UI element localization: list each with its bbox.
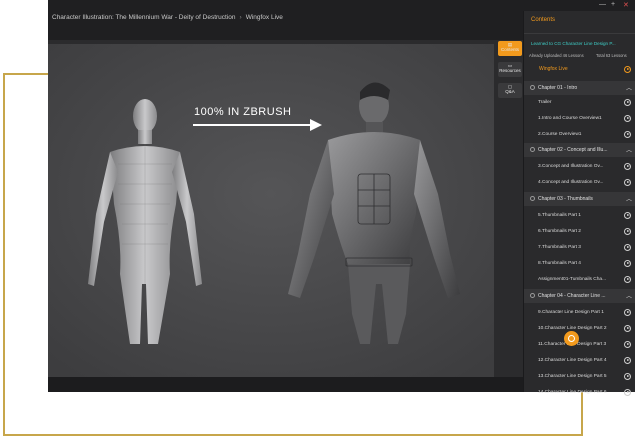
lesson-title: Trailer: [538, 100, 552, 105]
lesson-row[interactable]: 4.Concept and Illustration Ov...: [524, 175, 635, 190]
chapter-title: Chapter 03 - Thumbnails: [538, 196, 593, 202]
learned-progress-text: Learned to CG Character Line Design P...: [531, 41, 616, 46]
lesson-title: 9.Character Line Design Part 1: [538, 310, 604, 315]
lesson-title: Assignment01-Tumbnails Cha...: [538, 277, 607, 282]
lesson-row[interactable]: 13.Character Line Design Part 5: [524, 369, 635, 384]
lesson-row[interactable]: 11.Character Line Design Part 3: [524, 337, 635, 352]
chevron-up-icon[interactable]: ︿: [626, 194, 632, 203]
breadcrumb-course-title[interactable]: Character Illustration: The Millennium W…: [52, 14, 236, 21]
lesson-title: 3.Concept and Illustration Ov...: [538, 164, 604, 169]
play-icon[interactable]: [624, 212, 631, 219]
play-icon[interactable]: [624, 179, 631, 186]
play-icon[interactable]: [624, 357, 631, 364]
lesson-title: 5.Thumbnails Part 1: [538, 213, 581, 218]
lesson-title: 6.Thumbnails Part 2: [538, 229, 581, 234]
play-icon[interactable]: [624, 260, 631, 267]
lesson-title: 13.Character Line Design Part 5: [538, 374, 607, 379]
uploaded-count: Already Uploaded 46 Lessons: [529, 53, 584, 58]
lesson-row[interactable]: 2.Course Overview1: [524, 127, 635, 142]
floating-help-button[interactable]: [564, 331, 579, 346]
chapter-01[interactable]: Chapter 01 - Intro ︿: [524, 81, 635, 95]
lesson-row[interactable]: 5.Thumbnails Part 1: [524, 208, 635, 223]
chevron-up-icon[interactable]: ︿: [626, 145, 632, 154]
lesson-row[interactable]: 14.Character Line Design Part 6: [524, 385, 635, 400]
lesson-title: 12.Character Line Design Part 4: [538, 358, 607, 363]
wingfox-live-row[interactable]: Wingfox Live: [524, 62, 635, 77]
chapter-title: Chapter 02 - Concept and Illu...: [538, 147, 608, 153]
lesson-row[interactable]: Trailer: [524, 95, 635, 110]
video-frame-image: [48, 44, 494, 377]
tab-contents-label: Contents: [500, 46, 519, 52]
tab-resources[interactable]: ▭ Resources: [498, 62, 522, 77]
title-bar: Character Illustration: The Millennium W…: [48, 0, 523, 40]
chapter-04[interactable]: Chapter 04 - Character Line ... ︿: [524, 289, 635, 303]
lesson-title: 1.Intro and Course Overview1: [538, 116, 602, 121]
tab-qa[interactable]: ▢ Q&A: [498, 83, 522, 98]
breadcrumb-current[interactable]: Wingfox Live: [246, 14, 283, 21]
lesson-row[interactable]: 3.Concept and Illustration Ov...: [524, 159, 635, 174]
total-count: Total 63 Lessons: [596, 53, 627, 58]
lesson-title: 4.Concept and Illustration Ov...: [538, 180, 604, 185]
play-icon[interactable]: [624, 99, 631, 106]
chevron-up-icon[interactable]: ︿: [626, 291, 632, 300]
chevron-up-icon[interactable]: ︿: [626, 83, 632, 92]
lesson-title: 8.Thumbnails Part 4: [538, 261, 581, 266]
lesson-row[interactable]: 8.Thumbnails Part 4: [524, 256, 635, 271]
play-icon[interactable]: [624, 228, 631, 235]
maximize-icon[interactable]: +: [611, 1, 615, 8]
lesson-row[interactable]: 10.Character Line Design Part 2: [524, 321, 635, 336]
lesson-title: 7.Thumbnails Part 3: [538, 245, 581, 250]
panel-title: Contents: [531, 17, 556, 23]
breadcrumb-separator-icon: ›: [239, 14, 242, 21]
chapter-title: Chapter 04 - Character Line ...: [538, 293, 606, 299]
lesson-row[interactable]: Assignment01-Tumbnails Cha...: [524, 272, 635, 287]
player-bottom-bar: [48, 377, 523, 392]
chapter-icon: [530, 85, 535, 90]
play-icon[interactable]: [624, 131, 631, 138]
chapter-03[interactable]: Chapter 03 - Thumbnails ︿: [524, 192, 635, 206]
video-viewer[interactable]: 100% IN ZBRUSH: [48, 44, 494, 377]
wingfox-live-label: Wingfox Live: [539, 66, 568, 72]
play-icon[interactable]: [624, 389, 631, 396]
live-play-icon[interactable]: [624, 66, 631, 73]
tab-contents[interactable]: ▤ Contents: [498, 41, 522, 56]
play-icon[interactable]: [624, 341, 631, 348]
chapter-icon: [530, 293, 535, 298]
lesson-row[interactable]: 1.Intro and Course Overview1: [524, 111, 635, 126]
side-toolbar: ▤ Contents ▭ Resources ▢ Q&A: [497, 40, 523, 377]
play-icon[interactable]: [624, 244, 631, 251]
lesson-row[interactable]: 6.Thumbnails Part 2: [524, 224, 635, 239]
chapter-title: Chapter 01 - Intro: [538, 85, 578, 91]
play-icon[interactable]: [624, 163, 631, 170]
breadcrumb: Character Illustration: The Millennium W…: [52, 14, 283, 21]
play-icon[interactable]: [624, 325, 631, 332]
lesson-row[interactable]: 12.Character Line Design Part 4: [524, 353, 635, 368]
play-icon[interactable]: [624, 309, 631, 316]
chapter-icon: [530, 196, 535, 201]
chapter-02[interactable]: Chapter 02 - Concept and Illu... ︿: [524, 143, 635, 157]
tab-resources-label: Resources: [499, 67, 521, 73]
lesson-title: 2.Course Overview1: [538, 132, 582, 137]
lesson-row[interactable]: 7.Thumbnails Part 3: [524, 240, 635, 255]
play-icon[interactable]: [624, 276, 631, 283]
lesson-row[interactable]: 9.Character Line Design Part 1: [524, 305, 635, 320]
contents-panel: Contents Learned to CG Character Line De…: [523, 11, 635, 396]
tab-qa-label: Q&A: [505, 88, 515, 94]
lesson-title: 14.Character Line Design Part 6: [538, 390, 607, 395]
overlay-caption: 100% IN ZBRUSH: [194, 106, 292, 118]
divider: [524, 33, 635, 34]
play-icon[interactable]: [624, 115, 631, 122]
chapter-icon: [530, 147, 535, 152]
minimize-icon[interactable]: —: [599, 1, 606, 8]
close-icon[interactable]: ✕: [623, 1, 629, 9]
window-controls: — + ✕: [523, 0, 635, 11]
play-icon[interactable]: [624, 373, 631, 380]
